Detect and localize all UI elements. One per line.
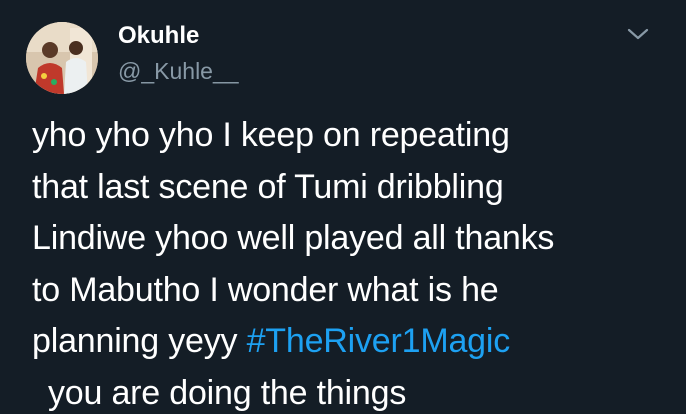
- tweet-card: Okuhle @_Kuhle__ yho yho yho I keep on r…: [0, 0, 686, 414]
- tweet-text: yho yho yho I keep on repeating that las…: [32, 110, 672, 414]
- tweet-text-line: yho yho yho I keep on repeating: [32, 116, 510, 154]
- hashtag-link[interactable]: #TheRiver1Magic: [247, 322, 511, 360]
- tweet-text-line: Lindiwe yhoo well played all thanks: [32, 219, 555, 257]
- profile-photo-icon: [26, 22, 98, 94]
- chevron-down-icon[interactable]: [626, 24, 650, 44]
- user-avatar[interactable]: [26, 22, 98, 94]
- tweet-text-line: that last scene of Tumi dribbling: [32, 167, 504, 206]
- tweet-text-segment: planning yeyy: [32, 322, 247, 360]
- display-name[interactable]: Okuhle: [118, 22, 199, 50]
- tweet-text-line: you are doing the things: [48, 373, 407, 412]
- tweet-text-line: to Mabutho I wonder what is he: [32, 270, 499, 309]
- user-handle[interactable]: @_Kuhle__: [118, 57, 239, 85]
- tweet-text-line: planning yeyy #TheRiver1Magic: [32, 316, 672, 368]
